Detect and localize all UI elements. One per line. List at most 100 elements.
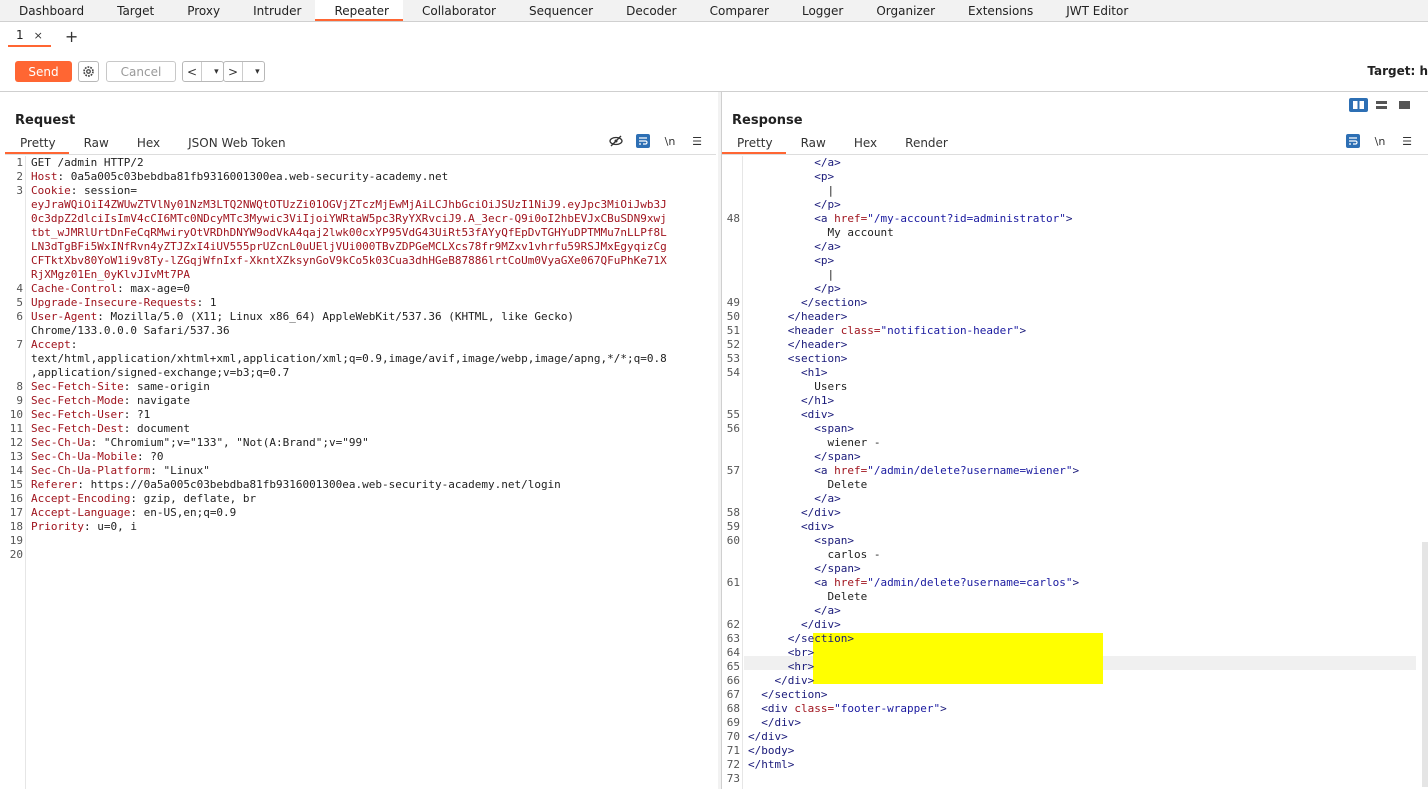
line-number: 66 — [726, 674, 740, 687]
header-name: eyJraWQiOiI4ZWUwZTVlNy01NzM3LTQ2NWQtOTUz… — [31, 198, 667, 211]
chevron-down-icon[interactable]: ▾ — [210, 67, 223, 77]
header-name: RjXMgz01En_0yKlvJIvMt7PA — [31, 268, 190, 281]
request-line: Sec-Fetch-Dest: document — [31, 422, 190, 436]
split-view-icon[interactable] — [1349, 98, 1368, 112]
header-value: : max-age=0 — [117, 282, 190, 295]
nav-tab-sequencer[interactable]: Sequencer — [510, 0, 607, 21]
line-number: 51 — [726, 324, 740, 337]
forward-button[interactable]: > ▾ — [223, 61, 265, 82]
line-number: 4 — [16, 282, 23, 295]
request-line: RjXMgz01En_0yKlvJIvMt7PA — [31, 268, 190, 282]
response-line: </div> — [800, 618, 841, 631]
nav-tab-proxy[interactable]: Proxy — [168, 0, 234, 21]
header-name: Cookie — [31, 184, 71, 197]
line-number: 13 — [9, 450, 23, 463]
nav-tab-repeater[interactable]: Repeater — [315, 0, 403, 21]
response-line: carlos - — [748, 548, 881, 561]
request-line: Accept-Encoding: gzip, deflate, br — [31, 492, 256, 506]
repeater-tab-1[interactable]: 1 × — [8, 25, 51, 47]
line-number: 55 — [726, 408, 740, 421]
response-line: <a href="/admin/delete?username=wiener"> — [814, 464, 1080, 477]
menu-icon[interactable]: ☰ — [1400, 134, 1414, 148]
header-name: LN3dTgBFi5WxINfRvn4yZTJZxI4iUV555prUZcnL… — [31, 240, 667, 253]
header-name: Accept-Language — [31, 506, 131, 519]
request-line: User-Agent: Mozilla/5.0 (X11; Linux x86_… — [31, 310, 574, 324]
line-number: 57 — [726, 464, 740, 477]
response-tab-render[interactable]: Render — [890, 133, 961, 154]
line-number: 16 — [9, 492, 23, 505]
header-name: Priority — [31, 520, 84, 533]
request-line: GET /admin HTTP/2 — [31, 156, 144, 170]
header-value: : en-US,en;q=0.9 — [130, 506, 237, 519]
nav-tab-organizer[interactable]: Organizer — [857, 0, 949, 21]
line-number: 59 — [726, 520, 740, 533]
nav-tab-decoder[interactable]: Decoder — [607, 0, 691, 21]
nav-tab-dashboard[interactable]: Dashboard — [0, 0, 98, 21]
stacked-view-icon[interactable] — [1372, 98, 1391, 112]
line-number: 2 — [16, 170, 23, 183]
send-button[interactable]: Send — [15, 61, 72, 82]
request-line: Sec-Ch-Ua-Mobile: ?0 — [31, 450, 163, 464]
nav-tab-comparer[interactable]: Comparer — [691, 0, 783, 21]
request-tab-json-web-token[interactable]: JSON Web Token — [173, 133, 299, 154]
scrollbar[interactable] — [1422, 542, 1428, 787]
response-line: <div> — [800, 520, 835, 533]
cancel-button[interactable]: Cancel — [106, 61, 176, 82]
nav-tab-target[interactable]: Target — [98, 0, 168, 21]
layout-toggle — [1349, 98, 1414, 112]
wrap-icon[interactable] — [636, 134, 650, 148]
request-title: Request — [15, 113, 76, 128]
request-line: ,application/signed-exchange;v=b3;q=0.7 — [31, 366, 289, 380]
menu-icon[interactable]: ☰ — [690, 134, 704, 148]
header-name: Sec-Ch-Ua — [31, 436, 91, 449]
request-line: eyJraWQiOiI4ZWUwZTVlNy01NzM3LTQ2NWQtOTUz… — [31, 198, 667, 212]
main-nav: Dashboard Target Proxy Intruder Repeater Coll… — [0, 0, 1428, 22]
line-number: 11 — [9, 422, 23, 435]
target-label[interactable]: Target: h — [1367, 64, 1428, 78]
request-line: Cache-Control: max-age=0 — [31, 282, 190, 296]
request-tab-pretty[interactable]: Pretty — [5, 133, 69, 154]
eye-slash-icon[interactable] — [609, 134, 623, 148]
wrap-icon[interactable] — [1346, 134, 1360, 148]
request-line: Sec-Ch-Ua-Platform: "Linux" — [31, 464, 210, 478]
add-tab-icon[interactable]: + — [65, 27, 78, 46]
header-name: Sec-Ch-Ua-Platform — [31, 464, 151, 477]
response-title: Response — [732, 113, 803, 128]
line-number: 6 — [16, 310, 23, 323]
request-tab-hex[interactable]: Hex — [122, 133, 173, 154]
response-line: </p> — [814, 282, 841, 295]
header-value: : same-origin — [123, 380, 210, 393]
header-name: Sec-Fetch-Dest — [31, 422, 124, 435]
response-line: <a href="/my-account?id=administrator"> — [814, 212, 1073, 225]
newline-toggle[interactable]: \n — [1373, 134, 1387, 148]
header-value: : u=0, i — [83, 520, 137, 533]
nav-tab-jwt-editor[interactable]: JWT Editor — [1047, 0, 1142, 21]
header-value: ,application/signed-exchange;v=b3;q=0.7 — [31, 366, 290, 379]
request-line: Sec-Fetch-Site: same-origin — [31, 380, 210, 394]
response-line: | — [748, 184, 835, 197]
response-tab-pretty[interactable]: Pretty — [722, 133, 786, 154]
response-line: <header class="notification-header"> — [787, 324, 1027, 337]
response-line: </section> — [800, 296, 868, 309]
header-name: tbt_wJMRlUrtDnFeCqRMwiryOtVRDhDNYW9odVkA… — [31, 226, 667, 239]
single-view-icon[interactable] — [1395, 98, 1414, 112]
response-tab-raw[interactable]: Raw — [786, 133, 839, 154]
close-icon[interactable]: × — [34, 29, 43, 42]
chevron-down-icon[interactable]: ▾ — [251, 67, 264, 77]
nav-tab-intruder[interactable]: Intruder — [234, 0, 315, 21]
nav-tab-logger[interactable]: Logger — [783, 0, 857, 21]
request-line: Sec-Fetch-Mode: navigate — [31, 394, 190, 408]
newline-toggle[interactable]: \n — [663, 134, 677, 148]
line-number: 61 — [726, 576, 740, 589]
header-name: Accept-Encoding — [31, 492, 131, 505]
response-line: </h1> — [800, 394, 835, 407]
response-tab-hex[interactable]: Hex — [839, 133, 890, 154]
line-number: 12 — [9, 436, 23, 449]
header-name: Upgrade-Insecure-Requests — [31, 296, 197, 309]
settings-button[interactable] — [78, 61, 99, 82]
nav-tab-extensions[interactable]: Extensions — [949, 0, 1047, 21]
request-tab-raw[interactable]: Raw — [69, 133, 122, 154]
line-number: 64 — [726, 646, 740, 659]
back-button[interactable]: < ▾ — [182, 61, 224, 82]
nav-tab-collaborator[interactable]: Collaborator — [403, 0, 510, 21]
